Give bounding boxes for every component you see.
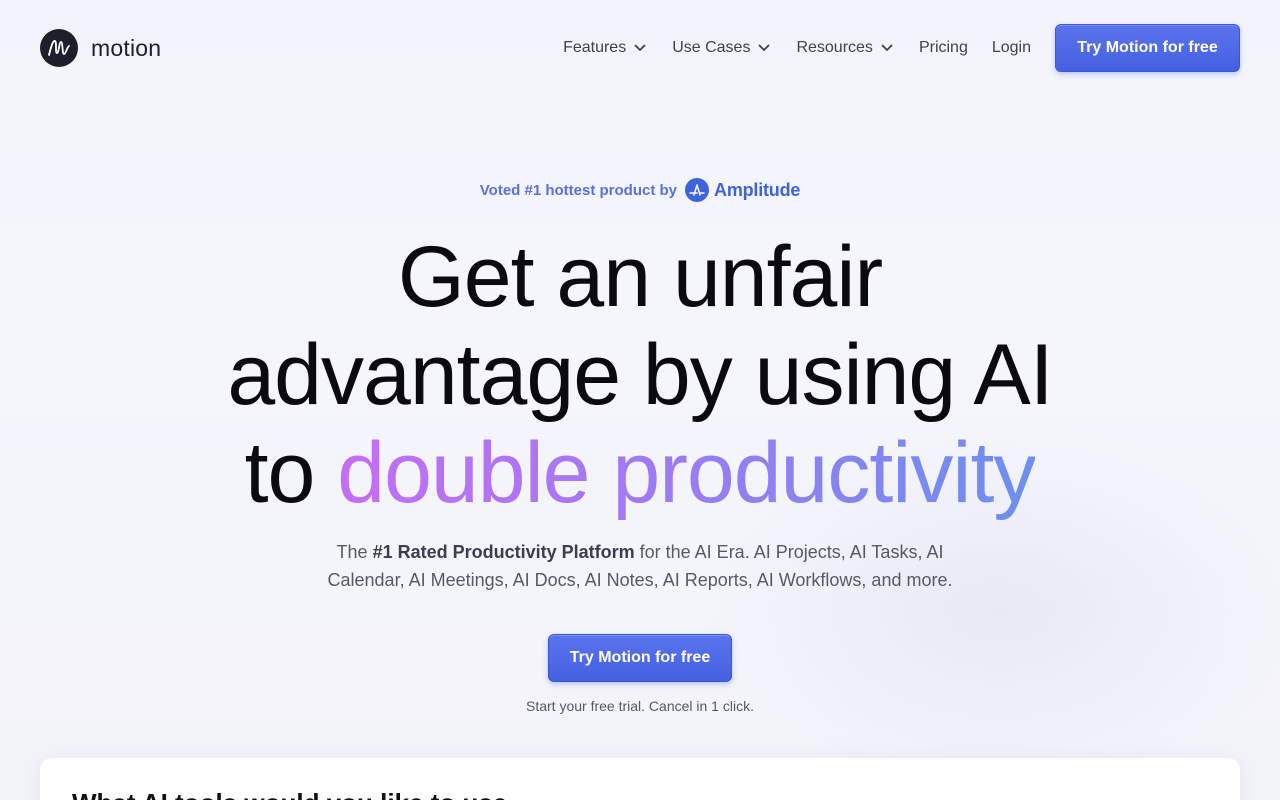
- nav-item-resources[interactable]: Resources: [796, 39, 893, 57]
- nav-item-label: Pricing: [918, 39, 968, 56]
- nav-item-label: Use Cases: [672, 39, 751, 56]
- card-title: What AI tools would you like to use: [72, 788, 507, 800]
- nav-try-free-button[interactable]: Try Motion for free: [1055, 24, 1240, 72]
- hero-headline: Get an unfair advantage by using AI to d…: [0, 228, 1280, 522]
- voted-text: Voted #1 hottest product by: [479, 181, 678, 199]
- voted-badge: Voted #1 hottest product by Amplitude: [0, 178, 1280, 202]
- headline-line-1: Get an unfair: [397, 229, 883, 325]
- nav-item-features[interactable]: Features: [563, 39, 646, 57]
- chevron-down-icon: [881, 44, 893, 51]
- amplitude-icon: [685, 178, 710, 202]
- hero-try-free-button[interactable]: Try Motion for free: [548, 634, 732, 682]
- headline-highlight: double productivity: [337, 425, 1036, 521]
- subtitle-bold: #1 Rated Productivity Platform: [372, 542, 635, 562]
- chevron-down-icon: [759, 44, 770, 51]
- brand-link[interactable]: motion: [40, 29, 161, 67]
- subtitle-line-1-rest: for the AI Era. AI Projects, AI Tasks, A…: [634, 542, 944, 562]
- nav-item-label: Login: [991, 39, 1031, 56]
- nav-menu: Features Use Cases Resources Pricing Log…: [563, 24, 1240, 72]
- top-navigation: motion Features Use Cases Resources Pric…: [0, 0, 1280, 96]
- ai-tools-card: What AI tools would you like to use: [40, 758, 1240, 800]
- nav-item-label: Resources: [796, 39, 873, 56]
- headline-line-3-prefix: to: [244, 425, 338, 521]
- nav-item-label: Features: [563, 39, 627, 56]
- subtitle-prefix: The: [336, 542, 373, 562]
- motion-m-logo-icon: [40, 29, 78, 67]
- subtitle-line-2: Calendar, AI Meetings, AI Docs, AI Notes…: [327, 570, 953, 590]
- chevron-down-icon: [634, 44, 646, 51]
- hero-subtitle: The #1 Rated Productivity Platform for t…: [0, 538, 1280, 594]
- nav-item-pricing[interactable]: Pricing: [919, 39, 968, 57]
- brand-name: motion: [91, 34, 162, 61]
- headline-line-2: advantage by using AI: [227, 327, 1053, 423]
- nav-item-login[interactable]: Login: [992, 39, 1031, 57]
- amplitude-logo: Amplitude: [685, 178, 800, 202]
- trial-note: Start your free trial. Cancel in 1 click…: [526, 698, 754, 714]
- amplitude-name: Amplitude: [714, 179, 801, 200]
- nav-item-use-cases[interactable]: Use Cases: [672, 39, 770, 57]
